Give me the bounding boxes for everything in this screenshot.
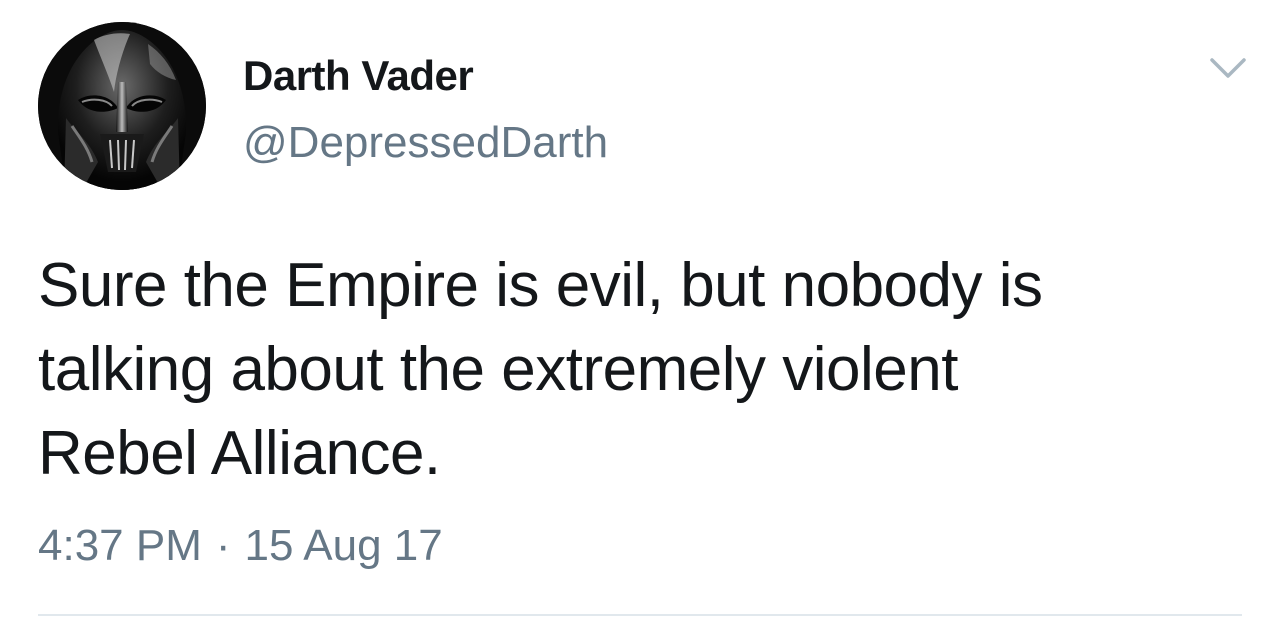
- user-handle[interactable]: @DepressedDarth: [243, 118, 608, 168]
- timestamp-separator: ·: [215, 521, 231, 570]
- display-name[interactable]: Darth Vader: [243, 52, 474, 100]
- tweet-time: 4:37 PM: [38, 521, 202, 570]
- tweet-card: Darth Vader @DepressedDarth Sure the Emp…: [0, 0, 1280, 638]
- tweet-text: Sure the Empire is evil, but nobody is t…: [38, 244, 1248, 496]
- tweet-timestamp[interactable]: 4:37 PM · 15 Aug 17: [38, 520, 443, 572]
- divider: [38, 614, 1242, 616]
- tweet-date: 15 Aug 17: [244, 521, 443, 570]
- darth-vader-helmet-icon: [38, 22, 206, 190]
- tweet-menu-button[interactable]: [1206, 52, 1250, 84]
- avatar[interactable]: [38, 22, 206, 190]
- tweet-text-line: Sure the Empire is evil, but nobody is: [38, 251, 1043, 320]
- tweet-text-line: Rebel Alliance.: [38, 419, 441, 488]
- chevron-down-icon: [1210, 58, 1246, 78]
- tweet-text-line: talking about the extremely violent: [38, 335, 958, 404]
